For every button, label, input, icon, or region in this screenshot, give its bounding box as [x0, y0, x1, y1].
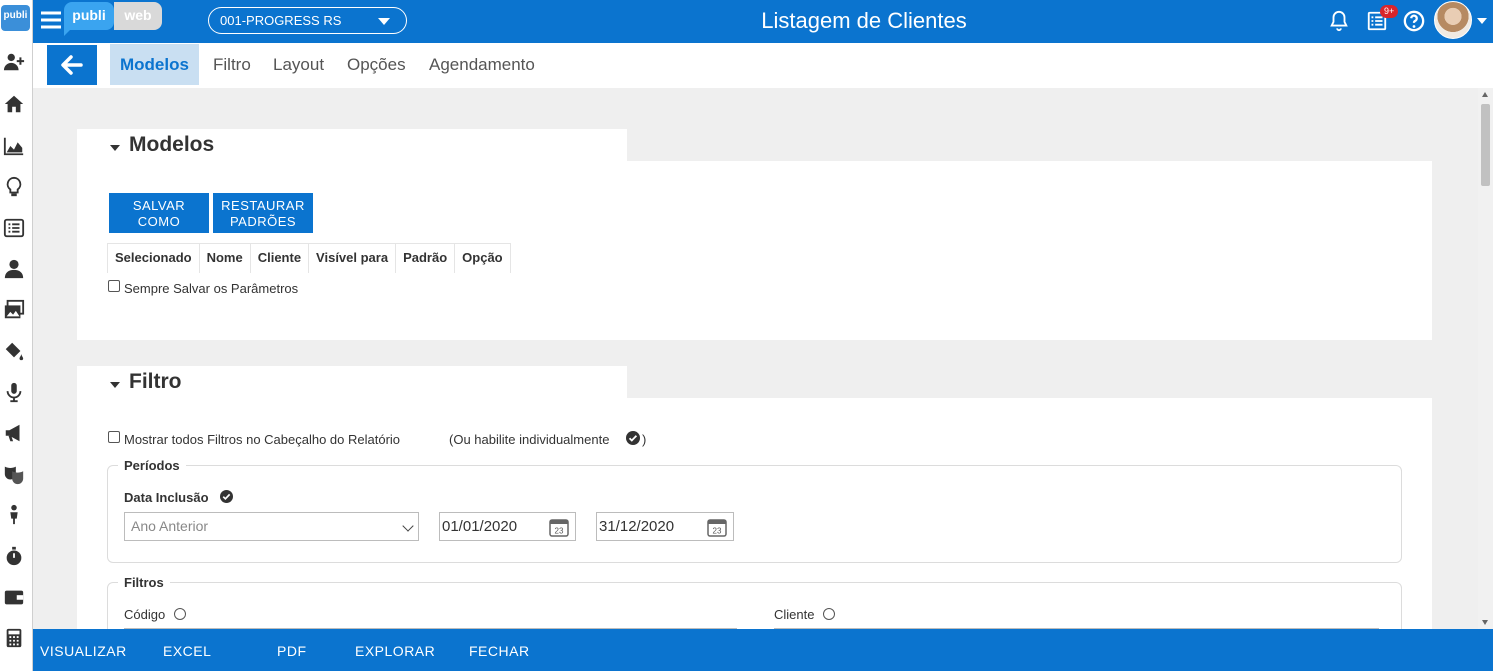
notification-badge: 9+: [1380, 5, 1399, 18]
column-visivel-para[interactable]: Visível para: [309, 244, 397, 273]
tab-opcoes[interactable]: Opções: [337, 44, 416, 85]
pdf-button[interactable]: PDF: [277, 629, 307, 671]
calendar-day: 23: [713, 527, 722, 536]
tab-filtro[interactable]: Filtro: [203, 44, 261, 85]
column-opcao[interactable]: Opção: [455, 244, 511, 273]
chevron-down-icon: [378, 18, 390, 25]
arrow-left-icon: [61, 55, 83, 75]
home-icon[interactable]: [0, 91, 27, 117]
periodos-legend: Períodos: [118, 458, 186, 473]
individual-hint-close: ): [642, 432, 647, 447]
publi-logo[interactable]: publi: [1, 5, 30, 31]
individual-hint: (Ou habilite individualmente: [449, 432, 610, 447]
bell-icon[interactable]: [1328, 10, 1350, 32]
lightbulb-icon[interactable]: [0, 174, 27, 200]
modelos-grid-header: Selecionado Nome Cliente Visível para Pa…: [107, 243, 511, 273]
theater-masks-icon[interactable]: [0, 461, 27, 487]
filtro-section-header[interactable]: Filtro: [77, 366, 627, 399]
company-select[interactable]: 001-PROGRESS RS: [208, 7, 407, 34]
bottom-action-bar: VISUALIZAR EXCEL PDF EXPLORAR FECHAR: [33, 629, 1493, 671]
help-icon[interactable]: [1403, 10, 1425, 32]
date-to-input[interactable]: 31/12/2020 23: [596, 512, 734, 541]
column-selecionado[interactable]: Selecionado: [107, 244, 200, 273]
column-padrao[interactable]: Padrão: [396, 244, 456, 273]
tab-agendamento[interactable]: Agendamento: [419, 44, 545, 85]
calendar-icon[interactable]: 23: [707, 517, 727, 537]
megaphone-icon[interactable]: [0, 420, 27, 446]
stopwatch-icon[interactable]: [0, 543, 27, 569]
scroll-up-icon[interactable]: [1482, 92, 1488, 97]
caret-down-icon: [110, 382, 120, 388]
date-from-input[interactable]: 01/01/2020 23: [439, 512, 576, 541]
add-user-icon[interactable]: [0, 49, 27, 75]
modelos-section-header[interactable]: Modelos: [77, 129, 627, 162]
codigo-radio[interactable]: [174, 608, 186, 620]
caret-down-icon: [110, 145, 120, 151]
chevron-down-icon: [402, 520, 414, 532]
microphone-icon[interactable]: [0, 379, 27, 405]
paint-bucket-icon[interactable]: [0, 338, 27, 364]
tab-modelos[interactable]: Modelos: [110, 44, 199, 85]
fechar-button[interactable]: FECHAR: [469, 629, 530, 671]
save-as-button[interactable]: SALVAR COMO: [109, 193, 209, 233]
list-icon[interactable]: [0, 215, 27, 241]
images-icon[interactable]: [0, 297, 27, 323]
codigo-label: Código: [124, 607, 166, 622]
check-circle-icon[interactable]: [220, 490, 233, 503]
company-select-value: 001-PROGRESS RS: [220, 13, 342, 28]
vertical-scrollbar[interactable]: [1478, 88, 1493, 629]
top-header: publi web 001-PROGRESS RS Listagem de Cl…: [33, 0, 1493, 43]
person-icon[interactable]: [0, 502, 27, 528]
date-to-value: 31/12/2020: [599, 518, 675, 535]
sub-navigation: Modelos Filtro Layout Opções Agendamento: [33, 43, 1493, 88]
calculator-icon[interactable]: [0, 625, 27, 651]
back-button[interactable]: [47, 45, 97, 85]
column-nome[interactable]: Nome: [200, 244, 251, 273]
left-sidebar: publi: [0, 0, 33, 671]
calendar-icon[interactable]: 23: [549, 517, 569, 537]
cliente-radio[interactable]: [823, 608, 835, 620]
avatar[interactable]: [1434, 1, 1472, 39]
show-all-filters-label[interactable]: Mostrar todos Filtros no Cabeçalho do Re…: [124, 432, 400, 447]
page-title: Listagem de Clientes: [761, 8, 967, 33]
area-chart-icon[interactable]: [0, 133, 27, 159]
save-as-label-line2: COMO: [137, 214, 181, 229]
filtros-fieldset: [107, 582, 1402, 629]
filtro-section-title: Filtro: [129, 370, 182, 393]
scroll-down-icon[interactable]: [1482, 620, 1488, 625]
always-save-label[interactable]: Sempre Salvar os Parâmetros: [124, 281, 298, 296]
restore-label-line2: PADRÕES: [229, 214, 297, 229]
data-inclusao-label: Data Inclusão: [124, 490, 209, 505]
scroll-thumb[interactable]: [1481, 104, 1490, 186]
filtro-section-body: Mostrar todos Filtros no Cabeçalho do Re…: [77, 398, 1432, 629]
visualizar-button[interactable]: VISUALIZAR: [40, 629, 127, 671]
show-all-filters-checkbox[interactable]: [108, 431, 120, 443]
hamburger-menu-icon[interactable]: [41, 10, 61, 30]
cliente-label: Cliente: [774, 607, 815, 622]
restore-label-line1: RESTAURAR: [221, 198, 305, 213]
check-circle-icon: [626, 431, 640, 445]
excel-button[interactable]: EXCEL: [163, 629, 211, 671]
explorar-button[interactable]: EXPLORAR: [355, 629, 435, 671]
filtros-legend: Filtros: [118, 575, 170, 590]
modelos-section-body: SALVAR COMO RESTAURAR PADRÕES Selecionad…: [77, 161, 1432, 340]
column-cliente[interactable]: Cliente: [251, 244, 310, 273]
user-tie-icon[interactable]: [0, 256, 27, 282]
tab-layout[interactable]: Layout: [263, 44, 334, 85]
restore-defaults-button[interactable]: RESTAURAR PADRÕES: [213, 193, 313, 233]
chevron-down-icon[interactable]: [1477, 18, 1487, 24]
brand-logo[interactable]: publi web: [64, 2, 162, 36]
period-select[interactable]: Ano Anterior: [124, 512, 419, 541]
date-from-value: 01/01/2020: [442, 518, 518, 535]
wallet-icon[interactable]: [0, 584, 27, 610]
calendar-day: 23: [555, 527, 564, 536]
modelos-section-title: Modelos: [129, 133, 215, 156]
main-content: Modelos SALVAR COMO RESTAURAR PADRÕES Se…: [33, 88, 1478, 629]
brand-publi: publi: [64, 2, 114, 30]
save-as-label-line1: SALVAR: [132, 198, 186, 213]
brand-web: web: [114, 2, 162, 30]
period-select-value: Ano Anterior: [131, 518, 209, 534]
always-save-checkbox[interactable]: [108, 280, 120, 292]
